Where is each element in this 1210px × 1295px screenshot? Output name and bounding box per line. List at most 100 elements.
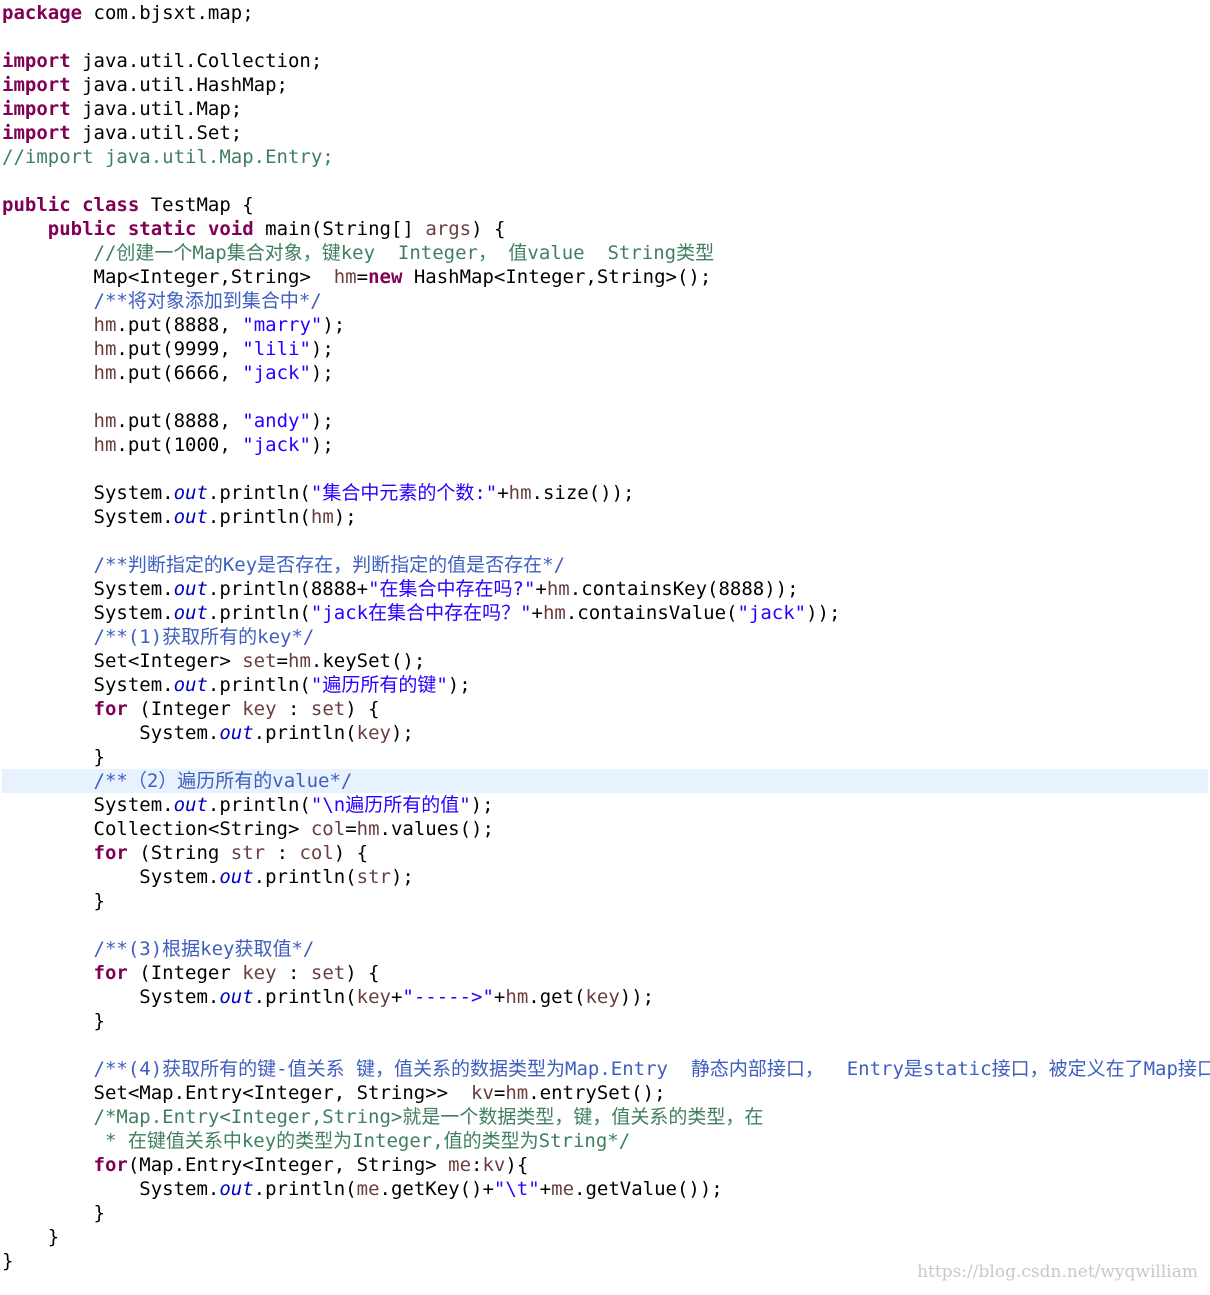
code-token: ) { xyxy=(333,842,369,864)
code-line[interactable]: Collection<String> col=hm.values(); xyxy=(2,817,1208,841)
code-editor[interactable]: package com.bjsxt.map; import java.util.C… xyxy=(0,0,1210,1295)
code-line[interactable]: hm.put(8888, "andy"); xyxy=(2,409,1208,433)
code-token: out xyxy=(219,986,254,1008)
code-line[interactable]: System.out.println(hm); xyxy=(2,505,1208,529)
code-token: /**（2）遍历所有的value*/ xyxy=(93,770,353,792)
code-line[interactable] xyxy=(2,529,1208,553)
code-token: out xyxy=(219,1178,254,1200)
code-line[interactable]: } xyxy=(2,1225,1208,1249)
code-token: ); xyxy=(390,722,414,744)
code-token: /**(3)根据key获取值*/ xyxy=(93,938,315,960)
code-line[interactable]: public class TestMap { xyxy=(2,193,1208,217)
code-line[interactable]: import java.util.Set; xyxy=(2,121,1208,145)
code-token: .put(9999, xyxy=(116,338,243,360)
code-token: System. xyxy=(2,1178,220,1200)
code-line[interactable]: /**（2）遍历所有的value*/ xyxy=(2,769,1208,793)
code-line[interactable]: } xyxy=(2,1201,1208,1225)
code-token: : xyxy=(276,698,311,720)
code-line[interactable]: package com.bjsxt.map; xyxy=(2,1,1208,25)
code-line[interactable]: System.out.println(key); xyxy=(2,721,1208,745)
code-line[interactable] xyxy=(2,385,1208,409)
code-line[interactable]: hm.put(9999, "lili"); xyxy=(2,337,1208,361)
code-line[interactable]: for (Integer key : set) { xyxy=(2,697,1208,721)
watermark: https://blog.csdn.net/wyqwilliam xyxy=(917,1262,1198,1282)
code-token: = xyxy=(276,650,288,672)
code-token: import xyxy=(2,122,71,144)
code-line[interactable]: /**(4)获取所有的键-值关系 键，值关系的数据类型为Map.Entry 静态… xyxy=(2,1057,1210,1081)
code-line[interactable]: public static void main(String[] args) { xyxy=(2,217,1208,241)
code-line[interactable]: import java.util.Map; xyxy=(2,97,1208,121)
code-token: hm xyxy=(288,650,311,672)
code-token: key xyxy=(585,986,620,1008)
code-line[interactable]: System.out.println("集合中元素的个数:"+hm.size()… xyxy=(2,481,1208,505)
code-token: + xyxy=(539,1178,552,1200)
code-token: System. xyxy=(2,866,220,888)
code-token: )); xyxy=(806,602,841,624)
code-line[interactable]: Map<Integer,String> hm=new HashMap<Integ… xyxy=(2,265,1208,289)
code-token: System. xyxy=(2,482,174,504)
code-token: java.util.Map; xyxy=(70,98,243,120)
code-token: : xyxy=(276,962,311,984)
code-line[interactable]: for (String str : col) { xyxy=(2,841,1208,865)
code-token: + xyxy=(493,986,506,1008)
code-token: ); xyxy=(322,314,346,336)
code-token: Map<Integer,String> xyxy=(2,266,334,288)
code-line[interactable]: for(Map.Entry<Integer, String> me:kv){ xyxy=(2,1153,1208,1177)
code-token: /*Map.Entry<Integer,String>就是一个数据类型，键，值关… xyxy=(93,1106,764,1128)
code-token: key xyxy=(356,722,391,744)
code-token: Set<Map.Entry<Integer, String>> xyxy=(2,1082,471,1104)
code-token: HashMap<Integer,String>(); xyxy=(402,266,712,288)
code-line[interactable]: System.out.println(str); xyxy=(2,865,1208,889)
code-token: static xyxy=(127,218,197,240)
code-token: .get( xyxy=(528,986,586,1008)
code-line[interactable]: /**将对象添加到集合中*/ xyxy=(2,289,1208,313)
code-line[interactable]: //创建一个Map集合对象，键key Integer， 值value Strin… xyxy=(2,241,1208,265)
code-line[interactable]: } xyxy=(2,889,1208,913)
code-line[interactable] xyxy=(2,913,1208,937)
code-token: out xyxy=(219,866,254,888)
code-line[interactable]: } xyxy=(2,745,1208,769)
code-line[interactable]: System.out.println(key+"----->"+hm.get(k… xyxy=(2,985,1208,1009)
code-token: } xyxy=(2,1226,60,1248)
code-token: public xyxy=(47,218,117,240)
code-line[interactable] xyxy=(2,25,1208,49)
code-line[interactable]: /*Map.Entry<Integer,String>就是一个数据类型，键，值关… xyxy=(2,1105,1208,1129)
code-line[interactable]: System.out.println("\n遍历所有的值"); xyxy=(2,793,1208,817)
code-line[interactable] xyxy=(2,1033,1208,1057)
code-token: kv xyxy=(471,1082,494,1104)
code-token: .put(6666, xyxy=(116,362,243,384)
code-line[interactable]: * 在键值关系中key的类型为Integer,值的类型为String*/ xyxy=(2,1129,1208,1153)
code-line[interactable]: /**(1)获取所有的key*/ xyxy=(2,625,1208,649)
code-line[interactable]: System.out.println(me.getKey()+"\t"+me.g… xyxy=(2,1177,1208,1201)
code-line[interactable]: hm.put(6666, "jack"); xyxy=(2,361,1208,385)
code-line[interactable]: System.out.println("遍历所有的键"); xyxy=(2,673,1208,697)
code-line[interactable]: //import java.util.Map.Entry; xyxy=(2,145,1208,169)
code-line[interactable]: System.out.println("jack在集合中存在吗？"+hm.con… xyxy=(2,601,1208,625)
code-line[interactable]: import java.util.HashMap; xyxy=(2,73,1208,97)
code-line[interactable]: hm.put(1000, "jack"); xyxy=(2,433,1208,457)
code-line[interactable]: /**(3)根据key获取值*/ xyxy=(2,937,1208,961)
code-line[interactable]: System.out.println(8888+"在集合中存在吗?"+hm.co… xyxy=(2,577,1208,601)
code-line[interactable] xyxy=(2,169,1208,193)
code-line[interactable]: } xyxy=(2,1009,1208,1033)
code-token: .put(8888, xyxy=(116,410,243,432)
code-line[interactable]: import java.util.Collection; xyxy=(2,49,1208,73)
code-token: class xyxy=(82,194,140,216)
code-token: out xyxy=(173,482,208,504)
code-line[interactable]: hm.put(8888, "marry"); xyxy=(2,313,1208,337)
code-line[interactable]: for (Integer key : set) { xyxy=(2,961,1208,985)
code-line[interactable]: /**判断指定的Key是否存在，判断指定的值是否存在*/ xyxy=(2,553,1208,577)
code-token: .println( xyxy=(253,986,357,1008)
code-token: "lili" xyxy=(242,338,311,360)
code-token: /**(1)获取所有的key*/ xyxy=(93,626,315,648)
code-line[interactable]: Set<Integer> set=hm.keySet(); xyxy=(2,649,1208,673)
code-line[interactable]: Set<Map.Entry<Integer, String>> kv=hm.en… xyxy=(2,1081,1208,1105)
code-line[interactable] xyxy=(2,457,1208,481)
code-token: void xyxy=(207,218,254,240)
code-token: java.util.Collection; xyxy=(70,50,323,72)
